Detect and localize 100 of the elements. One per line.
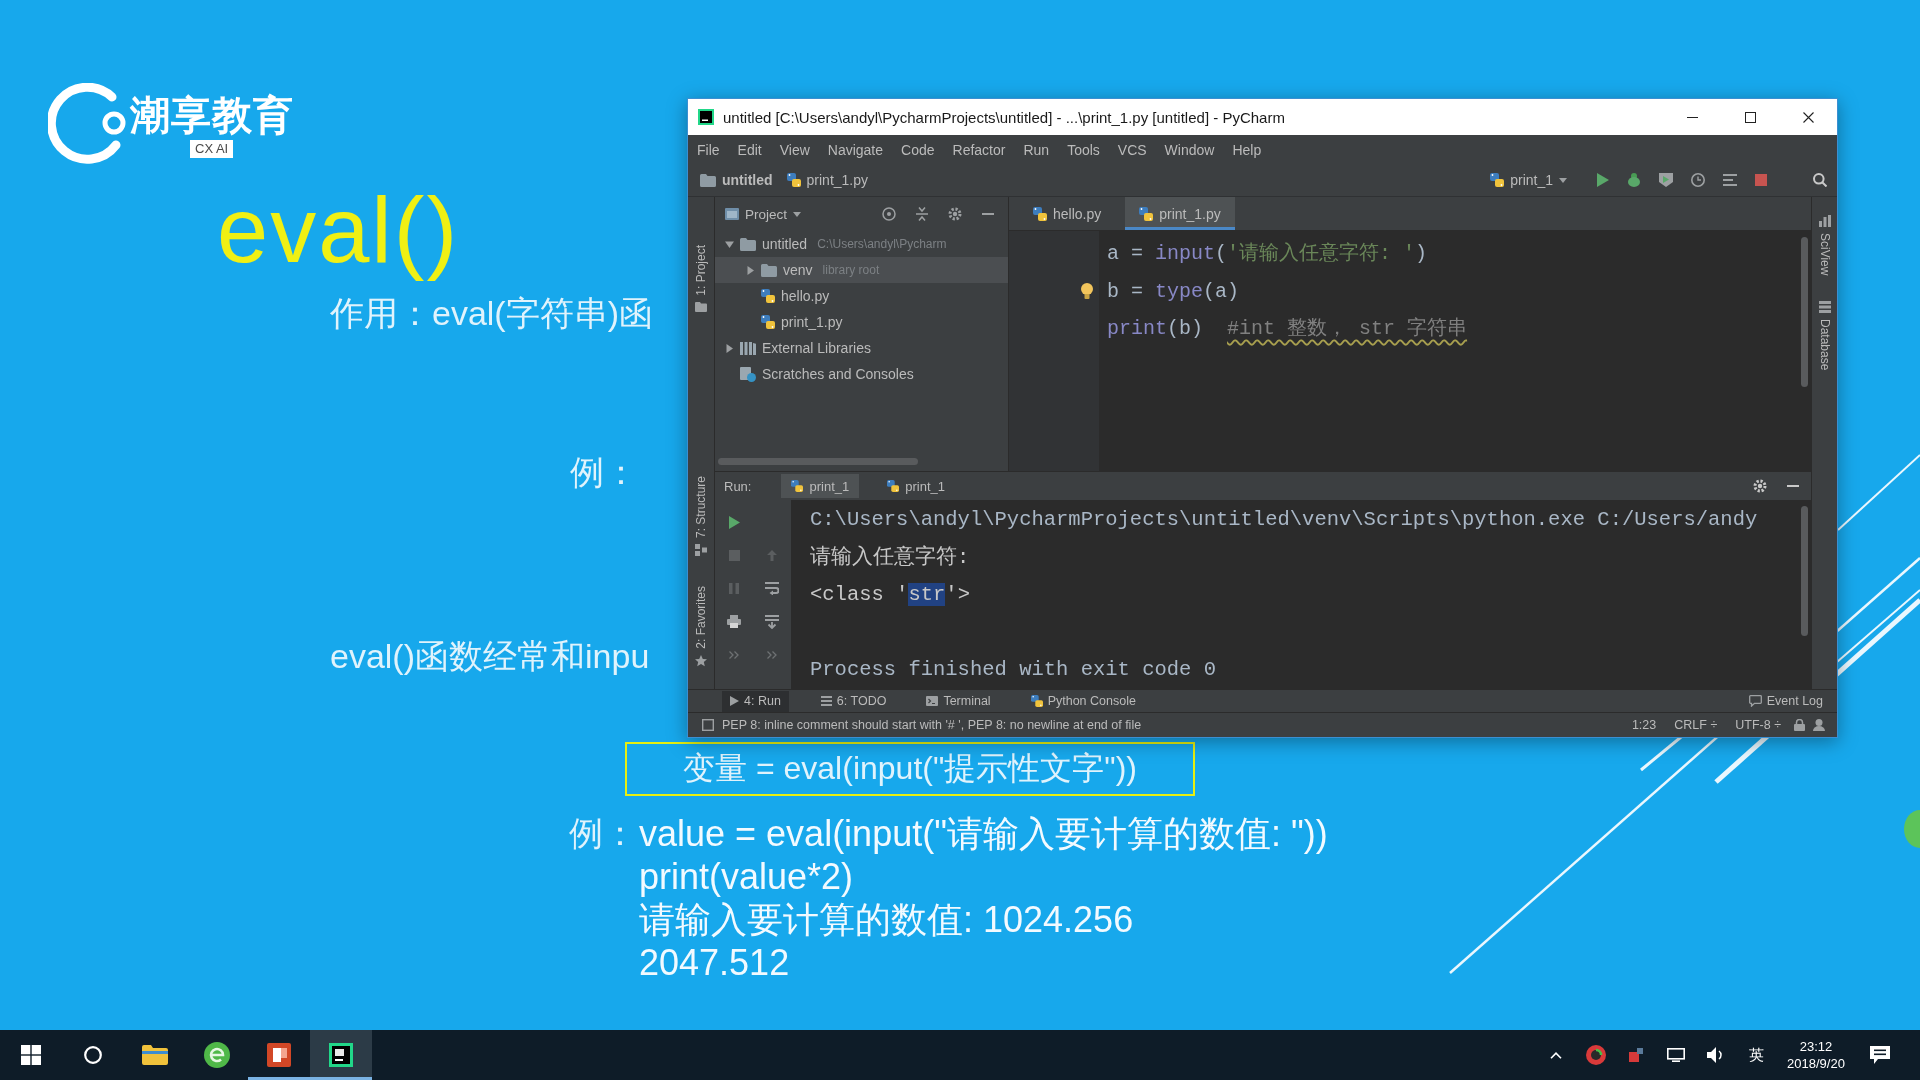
folder-icon — [695, 301, 707, 312]
settings-icon[interactable] — [948, 207, 962, 221]
taskbar-button[interactable] — [310, 1030, 372, 1080]
scratch-file-icon — [740, 366, 756, 382]
tool-window-button[interactable]: Database — [1817, 301, 1832, 371]
tool-window-button[interactable]: SciView — [1817, 215, 1832, 276]
code-line: b = type(a) — [1107, 278, 1240, 305]
scrollbar-thumb[interactable] — [1801, 237, 1808, 387]
encoding-selector[interactable]: UTF-8 ÷ — [1730, 718, 1786, 732]
console-text: Process finished with exit code 0 — [810, 658, 1216, 682]
volume-icon[interactable] — [1707, 1047, 1725, 1063]
collapse-all-icon[interactable] — [916, 207, 928, 221]
event-log-button[interactable]: Event Log — [1748, 694, 1823, 708]
browser-icon — [204, 1042, 230, 1068]
tool-window-tab[interactable]: 6: TODO — [812, 690, 895, 712]
chevron-up-icon[interactable] — [1550, 1051, 1562, 1059]
code-line: 2047.512 — [639, 941, 790, 984]
menu-item[interactable]: Window — [1155, 136, 1224, 163]
tree-item[interactable]: hello.py — [715, 283, 1008, 309]
editor-tab[interactable]: hello.py — [1019, 197, 1116, 230]
scroll-to-end-icon[interactable] — [765, 614, 779, 629]
input-method-indicator[interactable]: 英 — [1746, 1043, 1766, 1067]
double-chevron-icon[interactable] — [729, 650, 739, 659]
window-toggle-icon[interactable] — [702, 719, 714, 731]
code-line: print(value*2) — [639, 855, 854, 898]
menu-item[interactable]: View — [770, 136, 819, 163]
tool-window-tab[interactable]: Python Console — [1022, 690, 1144, 712]
double-chevron-icon[interactable] — [767, 650, 777, 659]
editor-tab[interactable]: print_1.py — [1125, 197, 1235, 230]
menu-item[interactable]: Navigate — [818, 136, 893, 163]
speech-bubble-icon — [1748, 695, 1762, 707]
play-icon — [730, 696, 739, 706]
menu-item[interactable]: Refactor — [943, 136, 1015, 163]
caret-right-icon[interactable] — [725, 343, 734, 353]
tree-item[interactable]: Scratches and Consoles — [715, 361, 1008, 387]
status-message: PEP 8: inline comment should start with '# ', PEP 8: no newline at end of file — [722, 718, 1142, 732]
run-tab[interactable]: print_1 — [877, 474, 955, 498]
tool-window-tab[interactable]: Terminal — [918, 690, 999, 712]
selected-text: str — [908, 583, 946, 607]
tray-app-icon[interactable] — [1629, 1048, 1643, 1062]
tool-window-button[interactable]: 2: Favorites — [694, 586, 708, 667]
target-icon[interactable] — [882, 207, 896, 221]
menu-item[interactable]: Code — [892, 136, 944, 163]
settings-icon[interactable] — [1753, 479, 1767, 493]
line-separator-selector[interactable]: CRLF ÷ — [1669, 718, 1723, 732]
ring-icon[interactable] — [1586, 1045, 1606, 1065]
shield-play-icon[interactable] — [1659, 173, 1673, 187]
console-text: <class ' — [810, 583, 909, 607]
lock-icon[interactable] — [1794, 719, 1805, 731]
tool-window-tab[interactable]: 4: Run — [722, 690, 789, 712]
run-icon[interactable] — [1597, 173, 1609, 187]
caret-position[interactable]: 1:23 — [1626, 718, 1662, 732]
folder-icon — [700, 173, 716, 187]
star-icon — [695, 655, 707, 667]
run-panel-label: Run: — [724, 478, 752, 494]
database-icon — [1818, 301, 1831, 314]
python-file-icon — [761, 289, 775, 303]
python-file-icon — [1139, 206, 1154, 221]
menu-item[interactable]: VCS — [1108, 136, 1156, 163]
clock[interactable]: 23:12 2018/9/20 — [1785, 1038, 1847, 1072]
run-config-selector[interactable]: print_1 — [1490, 170, 1567, 190]
caret-down-icon — [1559, 177, 1567, 183]
play-icon[interactable] — [728, 516, 740, 529]
soft-wrap-icon[interactable] — [765, 582, 779, 595]
panel-selector[interactable]: Project — [725, 204, 802, 224]
tool-window-button[interactable]: 7: Structure — [694, 476, 708, 557]
tree-item[interactable]: External Libraries — [715, 335, 1008, 361]
window-title: untitled [C:\Users\andyl\PycharmProjects\untitled] - ...\print_1.py [untitled] - PyCharm — [723, 108, 1286, 126]
bars-icon[interactable] — [1723, 174, 1737, 186]
run-tab[interactable]: print_1 — [781, 474, 860, 498]
tree-item[interactable]: untitled C:\Users\andyl\Pycharm — [715, 231, 1008, 257]
code-line: a = input('请输入任意字符: ') — [1107, 241, 1428, 267]
tree-item[interactable]: print_1.py — [715, 309, 1008, 335]
menu-item[interactable]: Help — [1223, 136, 1271, 163]
search-icon[interactable] — [1813, 173, 1827, 187]
logo-icon — [48, 83, 128, 165]
scrollbar-thumb[interactable] — [1801, 506, 1808, 636]
windows-logo-icon[interactable] — [21, 1045, 41, 1065]
caret-down-icon[interactable] — [725, 239, 734, 249]
menu-item[interactable]: File — [688, 136, 729, 163]
caret-right-icon[interactable] — [746, 265, 755, 275]
lightbulb-icon[interactable] — [1081, 283, 1093, 300]
menu-item[interactable]: Tools — [1058, 136, 1109, 163]
printer-icon[interactable] — [727, 615, 741, 628]
bug-icon[interactable] — [1627, 173, 1641, 187]
tool-window-button[interactable]: 1: Project — [694, 245, 708, 312]
scrollbar-thumb[interactable] — [718, 458, 918, 465]
breadcrumb[interactable]: untitled — [700, 170, 773, 190]
notification-icon[interactable] — [1870, 1046, 1890, 1064]
breadcrumb[interactable]: print_1.py — [786, 170, 869, 190]
monitor-icon[interactable] — [1667, 1048, 1685, 1062]
terminal-icon — [926, 696, 939, 706]
search-icon[interactable] — [84, 1046, 102, 1064]
menu-item[interactable]: Edit — [728, 136, 771, 163]
console-text: 请输入任意字符: — [810, 545, 970, 569]
person-icon[interactable] — [1813, 719, 1825, 731]
menu-item[interactable]: Run — [1014, 136, 1059, 163]
ide-icon — [329, 1043, 353, 1067]
clock-icon[interactable] — [1691, 173, 1705, 187]
path-hint: C:\Users\andyl\Pycharm — [817, 237, 947, 251]
